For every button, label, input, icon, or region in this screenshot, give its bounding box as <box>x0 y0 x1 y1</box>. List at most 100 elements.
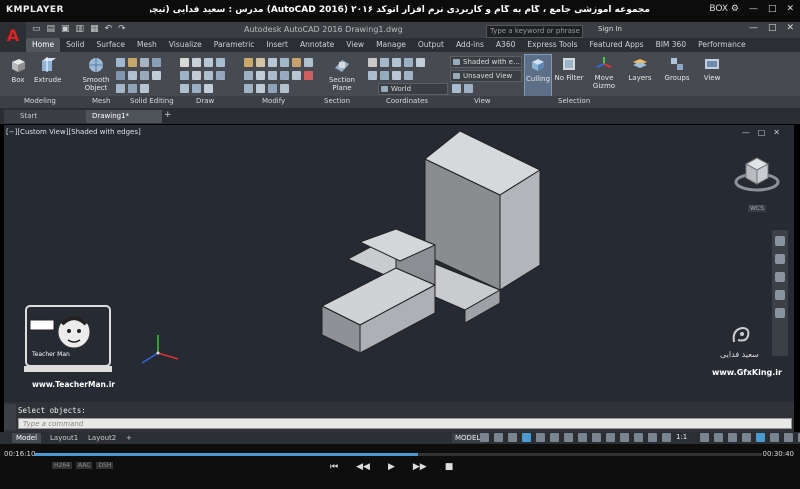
tab-solid[interactable]: Solid <box>60 38 90 52</box>
subtract-icon[interactable] <box>128 58 137 67</box>
redo-icon[interactable]: ↷ <box>118 24 126 34</box>
named-view-select[interactable]: Unsaved View <box>450 70 522 82</box>
ucs-z-icon[interactable] <box>392 71 401 80</box>
panel-solid-editing[interactable]: Solid Editing <box>130 97 174 105</box>
grid-icon[interactable] <box>480 433 489 442</box>
separate-icon[interactable] <box>140 84 149 93</box>
annotation-visibility-icon[interactable] <box>700 433 709 442</box>
ucs-face-icon[interactable] <box>392 58 401 67</box>
viewport-close-button[interactable]: ✕ <box>773 128 780 137</box>
workspace-icon[interactable] <box>714 433 723 442</box>
ucs-x-icon[interactable] <box>368 71 377 80</box>
tab-output[interactable]: Output <box>412 38 450 52</box>
panel-draw[interactable]: Draw <box>196 97 214 105</box>
command-line-handle[interactable] <box>4 404 16 430</box>
align-icon[interactable] <box>244 84 253 93</box>
tab-parametric[interactable]: Parametric <box>208 38 261 52</box>
viewport-minimize-button[interactable]: — <box>742 128 750 137</box>
close-button[interactable]: ✕ <box>786 23 794 33</box>
3d-move-icon[interactable] <box>256 84 265 93</box>
stop-icon[interactable]: ■ <box>445 462 454 472</box>
annotation-scale[interactable]: 1:1 <box>676 433 687 441</box>
tab-mesh[interactable]: Mesh <box>131 38 163 52</box>
explode-icon[interactable] <box>292 71 301 80</box>
player-maximize-button[interactable]: □ <box>768 4 777 14</box>
layers-button[interactable]: Layers <box>626 56 654 82</box>
ucs-3point-icon[interactable] <box>404 71 413 80</box>
line-icon[interactable] <box>180 58 189 67</box>
region-icon[interactable] <box>192 84 201 93</box>
union-icon[interactable] <box>116 58 125 67</box>
culling-button[interactable]: Culling <box>524 54 552 98</box>
viewport-maximize-button[interactable]: □ <box>758 128 766 137</box>
player-minimize-button[interactable]: — <box>749 4 758 14</box>
solid-edit-icon[interactable] <box>152 58 161 67</box>
minimize-button[interactable]: — <box>749 23 758 33</box>
tab-add-ins[interactable]: Add-ins <box>450 38 490 52</box>
selection-filter-icon[interactable] <box>648 433 657 442</box>
circle-icon[interactable] <box>204 58 213 67</box>
pan-icon[interactable] <box>775 254 785 264</box>
thicken-icon[interactable] <box>140 71 149 80</box>
ucs-icon[interactable] <box>368 58 377 67</box>
ucs-select[interactable]: World <box>378 83 448 95</box>
panel-selection[interactable]: Selection <box>558 97 590 105</box>
tab-manage[interactable]: Manage <box>370 38 412 52</box>
fillet-icon[interactable] <box>304 58 313 67</box>
section-plane-button[interactable]: Section Plane <box>326 56 358 92</box>
scale-icon[interactable] <box>256 71 265 80</box>
intersect-icon[interactable] <box>140 58 149 67</box>
panel-section[interactable]: Section <box>324 97 350 105</box>
layout-tab-model[interactable]: Model <box>12 433 42 443</box>
no-filter-button[interactable]: No Filter <box>554 56 584 82</box>
new-tab-button[interactable]: + <box>164 110 172 120</box>
osnap-icon[interactable] <box>564 433 573 442</box>
array-icon[interactable] <box>268 71 277 80</box>
ellipse-icon[interactable] <box>204 71 213 80</box>
mirror-icon[interactable] <box>280 58 289 67</box>
3d-mirror-icon[interactable] <box>280 84 289 93</box>
dynamic-ucs-icon[interactable] <box>634 433 643 442</box>
stretch-icon[interactable] <box>244 71 253 80</box>
view-button[interactable]: View <box>700 56 724 82</box>
tab-a360[interactable]: A360 <box>490 38 521 52</box>
model-space-button[interactable]: MODEL <box>452 433 484 443</box>
fast-forward-icon[interactable]: ▶▶ <box>413 462 427 472</box>
tab-view[interactable]: View <box>340 38 370 52</box>
tab-performance[interactable]: Performance <box>692 38 752 52</box>
transparency-icon[interactable] <box>592 433 601 442</box>
snap-icon[interactable] <box>494 433 503 442</box>
help-search-input[interactable]: Type a keyword or phrase <box>486 25 583 38</box>
object-track-icon[interactable] <box>550 433 559 442</box>
previous-icon[interactable]: ⏮ <box>330 462 338 472</box>
tab-visualize[interactable]: Visualize <box>163 38 208 52</box>
open-icon[interactable]: ▤ <box>47 24 56 34</box>
isodraft-icon[interactable] <box>536 433 545 442</box>
smooth-object-button[interactable]: Smooth Object <box>82 56 110 92</box>
presspull-icon[interactable] <box>116 71 125 80</box>
move-icon[interactable] <box>244 58 253 67</box>
viewport-controls-label[interactable]: [−][Custom View][Shaded with edges] <box>6 128 141 136</box>
undo-icon[interactable]: ↶ <box>105 24 113 34</box>
rotate-icon[interactable] <box>256 58 265 67</box>
ucs-world-icon[interactable] <box>380 58 389 67</box>
slice-icon[interactable] <box>128 71 137 80</box>
rewind-icon[interactable]: ◀◀ <box>356 462 370 472</box>
steering-wheel-icon[interactable] <box>775 236 785 246</box>
showmotion-icon[interactable] <box>775 308 785 318</box>
zoom-icon[interactable] <box>775 272 785 282</box>
polygon-icon[interactable] <box>180 84 189 93</box>
tab-insert[interactable]: Insert <box>260 38 294 52</box>
gizmo-toggle-icon[interactable] <box>662 433 671 442</box>
ucs-y-icon[interactable] <box>380 71 389 80</box>
groups-button[interactable]: Groups <box>662 56 692 82</box>
3d-rotate-icon[interactable] <box>268 84 277 93</box>
viewport-config-icon[interactable] <box>452 84 461 93</box>
ucs-view-icon[interactable] <box>416 58 425 67</box>
save-icon[interactable]: ▣ <box>61 24 70 34</box>
imprint-icon[interactable] <box>128 84 137 93</box>
panel-modeling[interactable]: Modeling <box>24 97 56 105</box>
erase-icon[interactable] <box>304 71 313 80</box>
polyline-icon[interactable] <box>192 58 201 67</box>
file-tab-drawing1[interactable]: Drawing1* <box>86 110 162 123</box>
